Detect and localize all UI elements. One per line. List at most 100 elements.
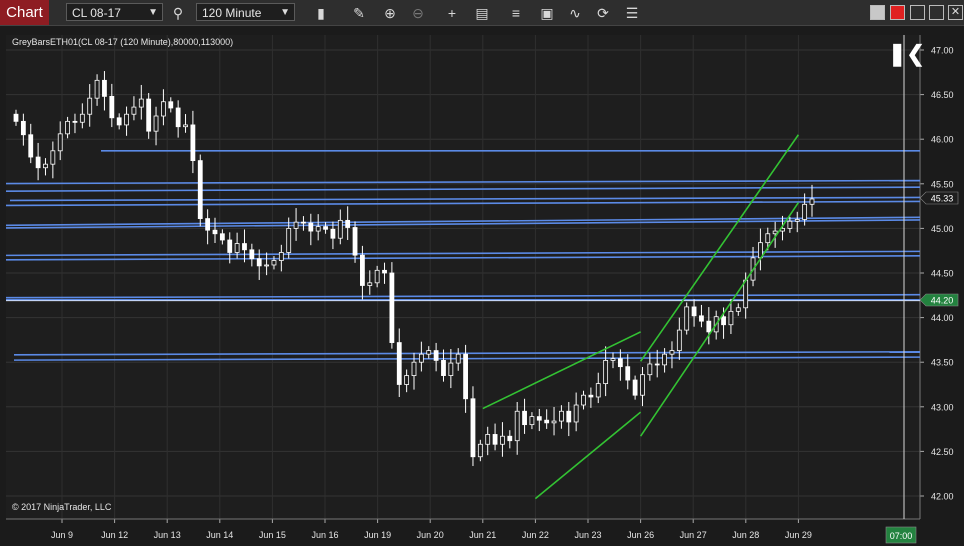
candle-body bbox=[301, 221, 306, 224]
candle-body bbox=[669, 350, 675, 355]
candle-body bbox=[743, 279, 749, 309]
candle-body bbox=[175, 107, 181, 128]
candle-body bbox=[183, 124, 188, 128]
candle-body bbox=[492, 434, 498, 445]
x-tick-label: Jun 16 bbox=[311, 530, 338, 540]
candle-body bbox=[242, 243, 247, 251]
candle-body bbox=[514, 410, 520, 442]
candle-body bbox=[57, 133, 63, 152]
candle-body bbox=[131, 106, 137, 115]
candle-body bbox=[772, 230, 778, 235]
candle-body bbox=[662, 353, 667, 366]
candle-body bbox=[418, 353, 424, 363]
candle-body bbox=[603, 360, 609, 385]
chart-svg: 47.00 46.50 46.00 45.50 45.00 44.50 44.00 43.50… bbox=[5, 35, 959, 544]
candle-body bbox=[551, 420, 557, 424]
candle-body bbox=[411, 361, 417, 376]
candle-body bbox=[765, 233, 771, 244]
candle-body bbox=[573, 404, 579, 423]
candle-body bbox=[337, 219, 343, 239]
candle-body bbox=[566, 410, 572, 423]
candle-body bbox=[153, 115, 159, 132]
scroll-to-end-icon[interactable]: ❚❮ bbox=[888, 40, 925, 68]
candle-body bbox=[13, 113, 19, 122]
candle-body bbox=[161, 101, 166, 117]
candle-body bbox=[477, 443, 483, 458]
candle-body bbox=[433, 350, 439, 361]
candle-body bbox=[735, 307, 741, 312]
candle-body bbox=[809, 198, 815, 205]
y-tick-label: 45.50 bbox=[931, 179, 954, 189]
candle-body bbox=[87, 97, 93, 115]
x-tick-label: Jun 15 bbox=[259, 530, 286, 540]
candle-body bbox=[138, 98, 144, 108]
y-tick-label: 43.00 bbox=[931, 402, 954, 412]
candle-body bbox=[721, 316, 726, 326]
candle-body bbox=[367, 282, 373, 286]
candle-body bbox=[190, 124, 196, 162]
candle-body bbox=[102, 79, 107, 97]
candle-body bbox=[330, 228, 336, 239]
candle-body bbox=[212, 229, 218, 235]
x-tick-label: Jun 26 bbox=[627, 530, 654, 540]
x-tick-label: Jun 23 bbox=[574, 530, 601, 540]
x-tick-label: Jun 13 bbox=[154, 530, 181, 540]
candle-body bbox=[595, 383, 601, 398]
candle-body bbox=[632, 379, 638, 396]
candle-body bbox=[522, 410, 527, 426]
candle-body bbox=[382, 269, 387, 274]
candle-body bbox=[352, 227, 358, 256]
y-tick-label: 46.00 bbox=[931, 135, 954, 145]
candle-body bbox=[94, 79, 100, 99]
y-tick-label: 44.00 bbox=[931, 313, 954, 323]
x-tick-label: Jun 21 bbox=[469, 530, 496, 540]
candle-body bbox=[345, 219, 351, 228]
horizontal-line bbox=[5, 255, 921, 261]
candle-body bbox=[529, 416, 535, 426]
candle-body bbox=[374, 269, 380, 284]
candle-body bbox=[35, 156, 41, 169]
candle-body bbox=[109, 95, 115, 119]
candle-body bbox=[197, 160, 203, 219]
candle-body bbox=[43, 163, 48, 169]
candle-body bbox=[308, 222, 314, 232]
x-tick-label: Jun 20 bbox=[417, 530, 444, 540]
candle-body bbox=[455, 353, 461, 364]
y-tick-label: 47.00 bbox=[931, 46, 954, 56]
candle-body bbox=[625, 366, 631, 381]
x-tick-label: Jun 19 bbox=[364, 530, 391, 540]
candle-body bbox=[28, 134, 34, 158]
candle-body bbox=[448, 362, 454, 376]
x-tick-label: Jun 22 bbox=[522, 530, 549, 540]
candle-body bbox=[684, 306, 690, 331]
horizontal-line bbox=[5, 200, 921, 207]
candle-body bbox=[205, 218, 211, 231]
candle-body bbox=[794, 219, 800, 222]
candle-body bbox=[65, 120, 70, 135]
candle-body bbox=[581, 394, 586, 406]
candle-body bbox=[79, 113, 85, 123]
candle-body bbox=[617, 358, 623, 368]
candle-body bbox=[72, 120, 78, 123]
candle-body bbox=[404, 375, 410, 385]
candle-body bbox=[536, 416, 542, 421]
candle-body bbox=[20, 120, 26, 136]
horizontal-line bbox=[9, 196, 921, 202]
candle-body bbox=[264, 264, 269, 267]
candle-body bbox=[728, 310, 734, 326]
candle-body bbox=[706, 320, 712, 333]
candle-body bbox=[647, 363, 653, 376]
candle-body bbox=[559, 410, 564, 422]
x-tick-label: Jun 9 bbox=[51, 530, 73, 540]
time-label: 07:00 bbox=[890, 531, 913, 541]
channel-line bbox=[639, 134, 800, 362]
candle-body bbox=[610, 358, 616, 361]
candle-body bbox=[116, 117, 122, 126]
candle-body bbox=[124, 113, 129, 126]
y-tick-label: 45.00 bbox=[931, 224, 954, 234]
candle-body bbox=[256, 258, 262, 267]
candle-body bbox=[271, 260, 277, 266]
x-tick-label: Jun 12 bbox=[101, 530, 128, 540]
candle-body bbox=[802, 203, 808, 220]
candle-body bbox=[219, 233, 225, 241]
